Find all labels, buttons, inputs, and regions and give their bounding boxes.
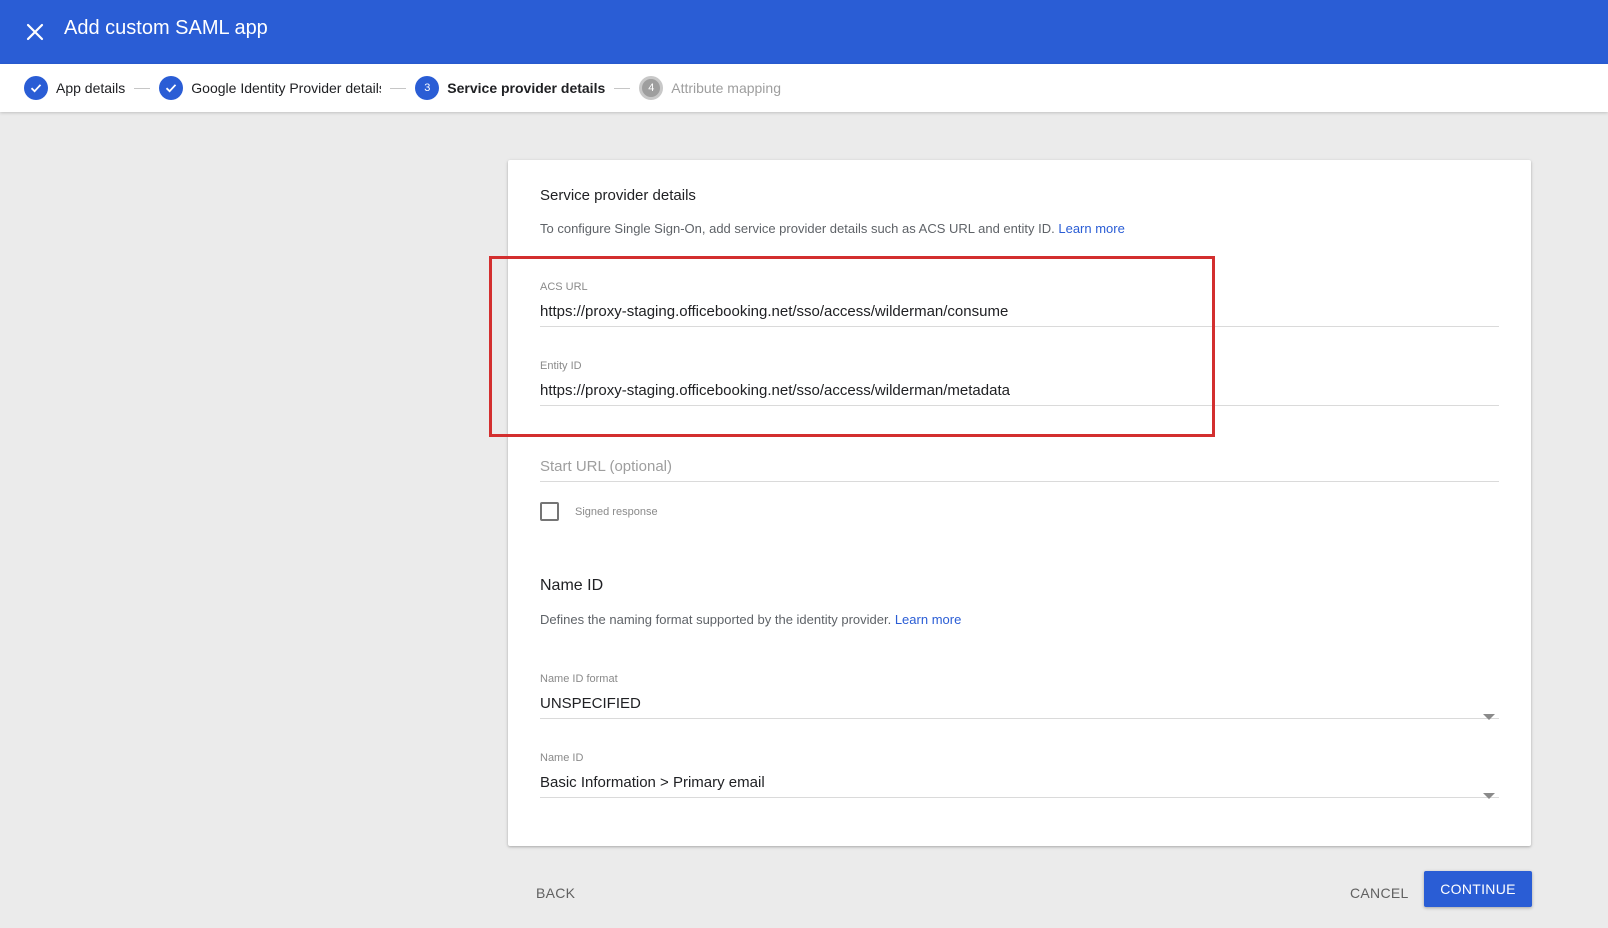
learn-more-link[interactable]: Learn more (1058, 221, 1124, 236)
name-id-format-value[interactable]: UNSPECIFIED (540, 695, 1499, 719)
field-label: Name ID format (540, 673, 618, 685)
step-number: 4 (639, 76, 664, 100)
step-label: Service provider details (447, 80, 606, 96)
entity-id-field[interactable]: Entity ID https://proxy-staging.officebo… (540, 360, 1499, 406)
step-google-idp-details[interactable]: Google Identity Provider details (159, 76, 381, 100)
field-label: Name ID (540, 752, 584, 764)
acs-url-field[interactable]: ACS URL https://proxy-staging.officebook… (540, 281, 1499, 327)
close-button[interactable] (19, 16, 51, 48)
dropdown-arrow-icon (1483, 714, 1495, 720)
check-icon (24, 76, 48, 100)
step-label: Google Identity Provider details (191, 80, 382, 96)
step-label: App details (56, 80, 126, 96)
step-service-provider-details[interactable]: 3 Service provider details (415, 76, 605, 100)
description-text: Defines the naming format supported by t… (540, 612, 892, 627)
select-row[interactable]: UNSPECIFIED (540, 695, 1499, 720)
step-app-details[interactable]: App details (24, 76, 125, 100)
dropdown-arrow-icon (1483, 793, 1495, 799)
signed-response-row[interactable]: Signed response (540, 502, 658, 521)
start-url-field[interactable]: Start URL (optional) (540, 458, 1499, 482)
step-number: 3 (415, 76, 440, 100)
step-separator (614, 87, 631, 89)
section-description: To configure Single Sign-On, add service… (540, 221, 1125, 236)
app-bar: Add custom SAML app (0, 0, 1608, 64)
field-label: Entity ID (540, 360, 582, 372)
step-separator (134, 87, 151, 89)
form-card: Service provider details To configure Si… (508, 160, 1531, 846)
stepper: App details Google Identity Provider det… (0, 64, 1608, 112)
name-id-select[interactable]: Name ID Basic Information > Primary emai… (540, 752, 1499, 799)
description-text: To configure Single Sign-On, add service… (540, 221, 1055, 236)
check-icon (159, 76, 184, 100)
step-attribute-mapping[interactable]: 4 Attribute mapping (639, 76, 781, 100)
back-button[interactable]: BACK (536, 885, 575, 901)
section-description: Defines the naming format supported by t… (540, 612, 961, 627)
continue-button[interactable]: CONTINUE (1424, 871, 1532, 907)
name-id-format-select[interactable]: Name ID format UNSPECIFIED (540, 673, 1499, 720)
acs-url-input[interactable]: https://proxy-staging.officebooking.net/… (540, 303, 1499, 327)
close-icon (26, 23, 44, 41)
signed-response-checkbox[interactable] (540, 502, 559, 521)
field-label: ACS URL (540, 281, 588, 293)
start-url-input[interactable]: Start URL (optional) (540, 458, 1499, 482)
entity-id-input[interactable]: https://proxy-staging.officebooking.net/… (540, 382, 1499, 406)
step-label: Attribute mapping (671, 80, 781, 96)
checkbox-label: Signed response (575, 505, 658, 518)
section-title-name-id: Name ID (540, 577, 604, 594)
step-separator (390, 87, 407, 89)
section-title-service-provider: Service provider details (540, 187, 696, 204)
learn-more-link[interactable]: Learn more (895, 612, 961, 627)
cancel-button[interactable]: CANCEL (1350, 885, 1409, 901)
select-row[interactable]: Basic Information > Primary email (540, 774, 1499, 799)
page-title: Add custom SAML app (64, 17, 268, 39)
name-id-value[interactable]: Basic Information > Primary email (540, 774, 1499, 798)
